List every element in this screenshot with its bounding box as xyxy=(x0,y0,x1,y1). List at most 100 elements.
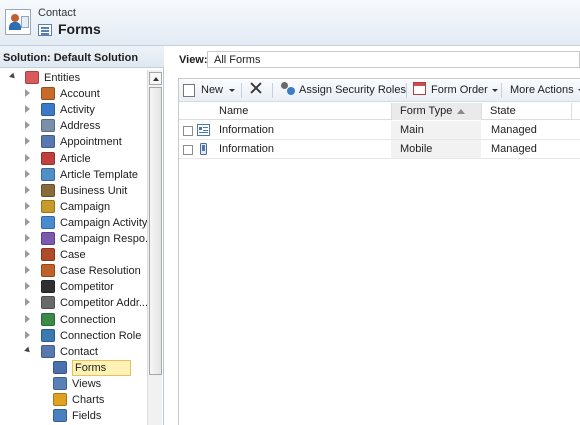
collapsed-arrow-icon[interactable] xyxy=(25,217,31,226)
sort-ascending-icon xyxy=(457,108,466,114)
tree-item-views[interactable]: Views xyxy=(0,376,146,392)
cell-name: Information xyxy=(219,124,275,136)
tree-item-connection-role[interactable]: Connection Role xyxy=(0,328,146,344)
tree-item-label: Connection xyxy=(60,313,116,326)
tree-item-campaign-respo[interactable]: Campaign Respo... xyxy=(0,231,154,247)
cell-name: Information xyxy=(219,143,275,155)
tree-item-label: Views xyxy=(72,377,102,390)
solution-label: Solution: Default Solution xyxy=(0,46,164,68)
view-bar: View: All Forms xyxy=(165,46,580,70)
entities-icon xyxy=(25,71,39,84)
tree-item-label: Competitor xyxy=(60,281,114,294)
case-resolution-icon xyxy=(41,264,55,278)
business-unit-icon xyxy=(41,183,55,197)
tree-item-article[interactable]: Article xyxy=(0,151,146,167)
column-header-state[interactable]: State xyxy=(481,103,571,120)
collapsed-arrow-icon[interactable] xyxy=(25,169,31,178)
tree-item-entities[interactable]: Entities xyxy=(0,70,146,86)
expanded-arrow-icon[interactable] xyxy=(25,347,31,355)
collapsed-arrow-icon[interactable] xyxy=(25,121,31,130)
collapsed-arrow-icon[interactable] xyxy=(25,330,31,339)
tree-item-account[interactable]: Account xyxy=(0,86,146,102)
tree-item-label: Connection Role xyxy=(60,329,142,342)
collapsed-arrow-icon[interactable] xyxy=(25,153,31,162)
collapsed-arrow-icon[interactable] xyxy=(25,234,31,242)
tree-item-competitor-addr[interactable]: Competitor Addr... xyxy=(0,295,148,311)
column-header-name[interactable]: Name xyxy=(211,103,391,120)
competitor-address-icon xyxy=(41,296,55,310)
appointment-icon xyxy=(41,135,55,149)
tree-item-label: Appointment xyxy=(60,136,122,149)
tree-item-business-unit[interactable]: Business Unit xyxy=(0,183,146,199)
tree-item-label: Charts xyxy=(72,394,105,406)
toolbar-separator xyxy=(406,83,407,98)
tree-item-fields[interactable]: Fields xyxy=(0,408,146,424)
collapsed-arrow-icon[interactable] xyxy=(25,250,31,259)
table-row[interactable]: Information Mobile Managed xyxy=(179,140,580,159)
form-order-button[interactable]: Form Order xyxy=(431,82,498,99)
new-button[interactable]: New xyxy=(179,82,239,99)
tree-item-address[interactable]: Address xyxy=(0,118,146,134)
tree-item-case[interactable]: Case xyxy=(0,247,146,263)
page-header: Contact Forms xyxy=(0,0,580,46)
tree-item-connection[interactable]: Connection xyxy=(0,312,146,328)
expanded-arrow-icon[interactable] xyxy=(10,73,16,81)
scroll-up-arrow-icon[interactable] xyxy=(149,72,162,85)
tree-item-activity[interactable]: Activity xyxy=(0,102,146,118)
tree-item-forms[interactable]: Forms xyxy=(0,359,146,376)
collapsed-arrow-icon[interactable] xyxy=(25,282,31,291)
article-template-icon xyxy=(41,167,55,181)
tree-item-label: Account xyxy=(60,88,100,101)
tree-item-campaign[interactable]: Campaign xyxy=(0,199,146,215)
column-header-form-type[interactable]: Form Type xyxy=(391,103,481,120)
row-checkbox[interactable] xyxy=(183,126,193,136)
tree-item-label: Entities xyxy=(44,72,81,84)
collapsed-arrow-icon[interactable] xyxy=(25,298,31,307)
tree-item-label: Address xyxy=(60,120,101,133)
tree-item-charts[interactable]: Charts xyxy=(0,392,146,408)
contact-icon xyxy=(41,344,55,358)
connection-role-icon xyxy=(41,328,55,342)
security-roles-icon xyxy=(281,82,295,96)
collapsed-arrow-icon[interactable] xyxy=(25,137,31,146)
chevron-down-icon xyxy=(229,89,235,92)
cell-state: Managed xyxy=(491,124,537,136)
forms-grid: New Assign Security Roles Form Order Mor… xyxy=(178,78,580,425)
tree-scrollbar[interactable] xyxy=(147,70,162,425)
collapsed-arrow-icon[interactable] xyxy=(25,266,31,275)
activity-icon xyxy=(41,103,55,117)
toolbar-separator xyxy=(241,83,242,98)
cell-state: Managed xyxy=(491,143,537,155)
tree-item-appointment[interactable]: Appointment xyxy=(0,134,146,150)
table-row[interactable]: Information Main Managed xyxy=(179,121,580,140)
view-selector[interactable]: All Forms xyxy=(207,51,580,68)
column-header-filler xyxy=(571,103,580,120)
collapsed-arrow-icon[interactable] xyxy=(25,314,31,323)
tree-item-label: Business Unit xyxy=(60,184,128,197)
forms-icon xyxy=(38,24,52,36)
tree-item-label: Campaign Respo... xyxy=(60,233,155,245)
cell-form-type: Mobile xyxy=(391,140,481,158)
tree-item-competitor[interactable]: Competitor xyxy=(0,279,146,295)
mobile-form-icon xyxy=(197,143,210,155)
scroll-thumb[interactable] xyxy=(149,87,162,375)
toolbar-separator xyxy=(501,83,502,98)
assign-security-roles-button[interactable]: Assign Security Roles xyxy=(299,82,406,99)
collapsed-arrow-icon[interactable] xyxy=(25,89,31,98)
tree-item-label: Case xyxy=(60,249,86,262)
delete-icon[interactable] xyxy=(249,81,263,95)
collapsed-arrow-icon[interactable] xyxy=(25,185,31,194)
tree-item-campaign-activity[interactable]: Campaign Activity xyxy=(0,215,147,231)
tree-item-article-template[interactable]: Article Template xyxy=(0,167,146,183)
collapsed-arrow-icon[interactable] xyxy=(25,105,31,114)
tree-item-case-resolution[interactable]: Case Resolution xyxy=(0,263,146,279)
collapsed-arrow-icon[interactable] xyxy=(25,201,31,210)
tree-item-contact[interactable]: Contact xyxy=(0,344,146,360)
tree-item-label: Activity xyxy=(60,104,95,117)
cell-form-type: Main xyxy=(391,121,481,139)
forms-icon xyxy=(53,360,67,374)
more-actions-button[interactable]: More Actions xyxy=(510,82,580,99)
row-checkbox[interactable] xyxy=(183,145,193,155)
grid-header: Name Form Type State xyxy=(179,103,580,120)
tree-item-label: Article Template xyxy=(60,168,139,181)
